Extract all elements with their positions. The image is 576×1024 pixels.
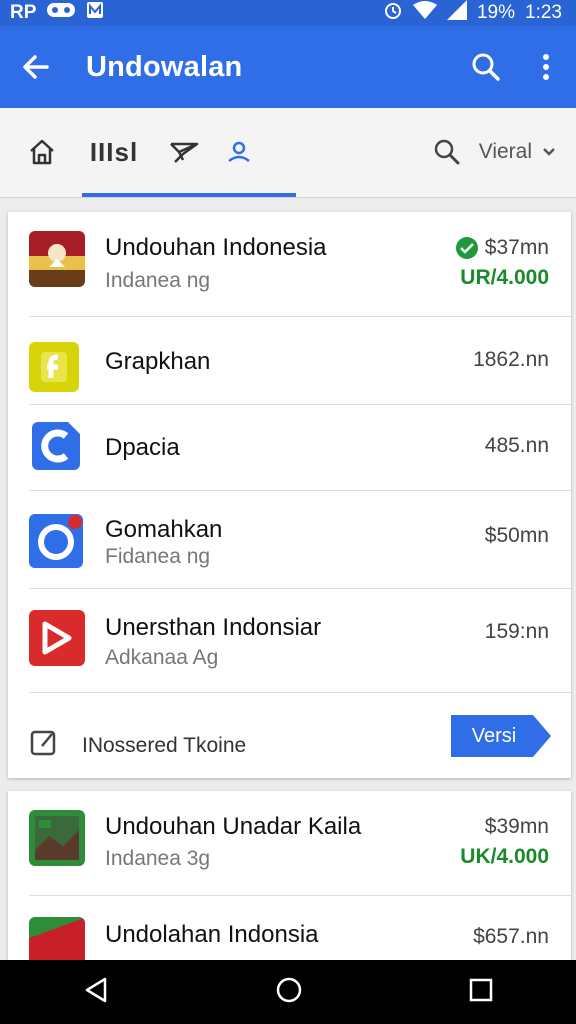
nav-recents-button[interactable] <box>469 978 493 1007</box>
notification-icon <box>86 1 104 25</box>
app-name: Grapkhan <box>105 348 211 375</box>
version-label: INossered Tkoine <box>82 734 247 757</box>
check-circle-icon <box>455 237 478 259</box>
app-price: 485.nn <box>484 434 549 457</box>
tab-apps[interactable]: IIIsl <box>84 108 144 196</box>
app-price: $37mn <box>484 236 549 259</box>
tab-airplane[interactable] <box>166 108 202 196</box>
app-price: $39mn <box>484 815 549 838</box>
sort-dropdown[interactable]: Vieral <box>433 108 556 196</box>
list-item[interactable]: Undouhan Indonesia Indanea ng $37mn UR/4… <box>8 212 571 316</box>
list-item[interactable]: Gomahkan Fidanea ng $50mn <box>8 492 571 588</box>
tab-home[interactable] <box>22 108 62 196</box>
page-title: Undowalan <box>86 50 243 83</box>
app-bar: Undowalan <box>0 26 576 108</box>
airplane-icon <box>170 142 199 163</box>
list-item[interactable]: Unersthan Indonsiar Adkanaa Ag 159:nn <box>8 590 571 690</box>
divider <box>29 404 571 405</box>
tab-bar: IIIsl Vieral <box>0 108 576 198</box>
edit-note-icon <box>30 730 56 756</box>
carrier-label: RP <box>10 2 37 23</box>
app-name: Unersthan Indonsiar <box>105 614 322 641</box>
square-recents-icon <box>469 978 493 1001</box>
app-subtitle: Adkanaa Ag <box>105 646 219 669</box>
app-icon <box>32 422 80 470</box>
versi-button[interactable]: Versi <box>451 715 551 757</box>
list-item[interactable]: Grapkhan 1862.nn <box>8 318 571 404</box>
search-icon <box>434 139 460 165</box>
more-vert-icon <box>543 54 549 80</box>
tab-apps-label: IIIsl <box>89 136 139 167</box>
search-button[interactable] <box>456 26 516 108</box>
app-subtitle: Fidanea ng <box>105 545 211 568</box>
nav-back-button[interactable] <box>83 976 109 1009</box>
signal-icon <box>446 0 467 26</box>
time-label: 1:23 <box>525 2 562 23</box>
app-subtitle: Indanea 3g <box>105 847 211 870</box>
app-price: $657.nn <box>473 925 549 948</box>
app-name: Undolahan Indonsia <box>105 921 319 948</box>
triangle-back-icon <box>85 977 107 1002</box>
system-nav-bar <box>0 960 576 1024</box>
app-name: Gomahkan <box>105 516 223 543</box>
app-icon <box>29 342 79 392</box>
divider <box>29 895 571 896</box>
app-price-local: UR/4.000 <box>460 266 549 289</box>
app-price: 1862.nn <box>473 348 549 371</box>
wifi-icon <box>412 0 437 26</box>
more-options-button[interactable] <box>516 26 576 108</box>
person-icon <box>228 141 250 163</box>
tab-indicator <box>82 193 296 197</box>
app-icon <box>29 610 85 666</box>
sort-label: Vieral <box>478 140 532 163</box>
divider <box>29 316 571 317</box>
divider <box>29 490 571 491</box>
circle-home-icon <box>276 977 302 1002</box>
search-icon <box>472 53 500 81</box>
app-list-card-2: Undouhan Unadar Kaila Indanea 3g $39mn U… <box>8 791 571 967</box>
tab-account[interactable] <box>222 108 256 196</box>
alarm-icon <box>383 0 403 26</box>
gamepad-icon <box>46 1 76 25</box>
app-icon <box>29 514 83 568</box>
list-item[interactable]: Undouhan Unadar Kaila Indanea 3g $39mn U… <box>8 791 571 895</box>
app-list-card: Undouhan Indonesia Indanea ng $37mn UR/4… <box>8 212 571 778</box>
list-item[interactable]: Undolahan Indonsia $657.nn <box>8 897 571 967</box>
list-item[interactable]: Dpacia 485.nn <box>8 406 571 490</box>
app-subtitle: Indanea ng <box>105 269 211 292</box>
app-price: $50mn <box>484 524 549 547</box>
app-price: 159:nn <box>484 620 549 643</box>
app-name: Undouhan Indonesia <box>105 234 327 261</box>
divider <box>29 692 571 693</box>
back-button[interactable] <box>0 26 70 108</box>
status-bar: RP 19% 1:23 <box>0 0 576 26</box>
app-icon <box>29 810 85 866</box>
back-arrow-icon <box>23 55 49 79</box>
nav-home-button[interactable] <box>275 976 303 1009</box>
divider <box>29 588 571 589</box>
battery-label: 19% <box>476 2 516 23</box>
chevron-down-icon <box>543 148 555 156</box>
home-icon <box>30 139 54 165</box>
app-name: Dpacia <box>105 434 180 461</box>
app-icon <box>29 231 85 287</box>
app-name: Undouhan Unadar Kaila <box>105 813 362 840</box>
app-price-local: UK/4.000 <box>460 845 549 868</box>
